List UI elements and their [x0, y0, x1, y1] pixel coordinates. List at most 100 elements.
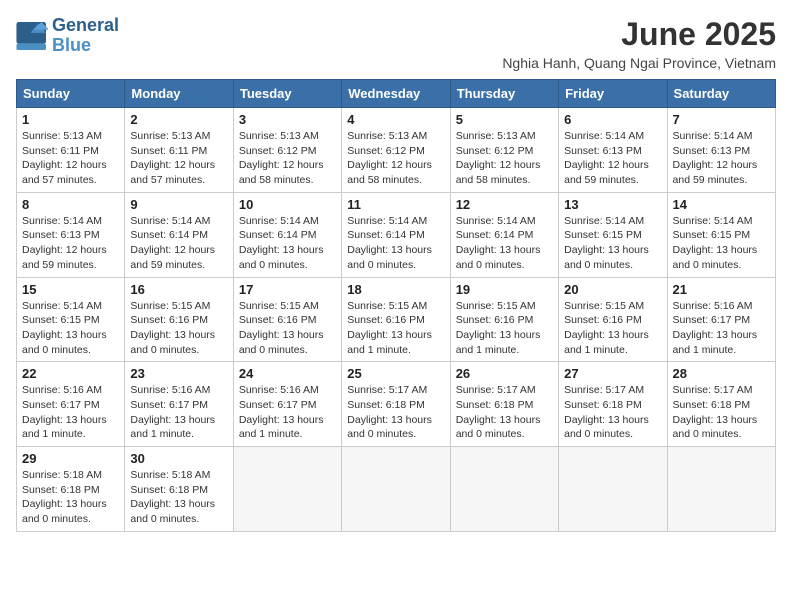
calendar-cell: 2 Sunrise: 5:13 AMSunset: 6:11 PMDaylight…: [125, 108, 233, 193]
calendar-week-1: 1 Sunrise: 5:13 AMSunset: 6:11 PMDaylight…: [17, 108, 776, 193]
calendar-cell: 4 Sunrise: 5:13 AMSunset: 6:12 PMDaylight…: [342, 108, 450, 193]
day-info: Sunrise: 5:15 AMSunset: 6:16 PMDaylight:…: [564, 299, 661, 358]
calendar-cell: [450, 447, 558, 532]
day-info: Sunrise: 5:16 AMSunset: 6:17 PMDaylight:…: [130, 383, 227, 442]
logo-icon: [16, 22, 48, 50]
day-number: 15: [22, 282, 119, 297]
calendar-cell: 11Sunrise: 5:14 AMSunset: 6:14 PMDayligh…: [342, 192, 450, 277]
calendar-cell: 7 Sunrise: 5:14 AMSunset: 6:13 PMDaylight…: [667, 108, 775, 193]
logo-text: General Blue: [52, 16, 119, 56]
calendar-cell: 14 Sunrise: 5:14 AMSunset: 6:15 PMDayligh…: [667, 192, 775, 277]
calendar-week-2: 8 Sunrise: 5:14 AMSunset: 6:13 PMDaylight…: [17, 192, 776, 277]
calendar-cell: 29Sunrise: 5:18 AMSunset: 6:18 PMDayligh…: [17, 447, 125, 532]
calendar-cell: [667, 447, 775, 532]
calendar-cell: 28Sunrise: 5:17 AMSunset: 6:18 PMDayligh…: [667, 362, 775, 447]
calendar-cell: 23 Sunrise: 5:16 AMSunset: 6:17 PMDayligh…: [125, 362, 233, 447]
day-number: 7: [673, 112, 770, 127]
calendar-cell: 20Sunrise: 5:15 AMSunset: 6:16 PMDayligh…: [559, 277, 667, 362]
day-number: 17: [239, 282, 336, 297]
day-info: Sunrise: 5:14 AMSunset: 6:14 PMDaylight:…: [130, 214, 227, 273]
day-info: Sunrise: 5:15 AMSunset: 6:16 PMDaylight:…: [347, 299, 444, 358]
calendar-table: SundayMondayTuesdayWednesdayThursdayFrid…: [16, 79, 776, 532]
day-number: 18: [347, 282, 444, 297]
day-info: Sunrise: 5:13 AMSunset: 6:12 PMDaylight:…: [456, 129, 553, 188]
day-info: Sunrise: 5:15 AMSunset: 6:16 PMDaylight:…: [239, 299, 336, 358]
calendar-cell: 13 Sunrise: 5:14 AMSunset: 6:15 PMDayligh…: [559, 192, 667, 277]
calendar-cell: 9 Sunrise: 5:14 AMSunset: 6:14 PMDaylight…: [125, 192, 233, 277]
day-number: 6: [564, 112, 661, 127]
day-number: 5: [456, 112, 553, 127]
day-info: Sunrise: 5:14 AMSunset: 6:14 PMDaylight:…: [347, 214, 444, 273]
day-info: Sunrise: 5:14 AMSunset: 6:13 PMDaylight:…: [564, 129, 661, 188]
calendar-cell: [342, 447, 450, 532]
day-number: 24: [239, 366, 336, 381]
calendar-cell: 18 Sunrise: 5:15 AMSunset: 6:16 PMDayligh…: [342, 277, 450, 362]
page-title: June 2025: [502, 16, 776, 53]
day-info: Sunrise: 5:14 AMSunset: 6:14 PMDaylight:…: [456, 214, 553, 273]
calendar-cell: 12 Sunrise: 5:14 AMSunset: 6:14 PMDayligh…: [450, 192, 558, 277]
calendar-week-5: 29 Sunrise: 5:18 AMSunset: 6:18 PMDayligh…: [17, 447, 776, 532]
calendar-cell: [233, 447, 341, 532]
day-number: 3: [239, 112, 336, 127]
calendar-cell: 26 Sunrise: 5:17 AMSunset: 6:18 PMDayligh…: [450, 362, 558, 447]
day-info: Sunrise: 5:15 AMSunset: 6:16 PMDaylight:…: [456, 299, 553, 358]
calendar-cell: 22Sunrise: 5:16 AMSunset: 6:17 PMDayligh…: [17, 362, 125, 447]
calendar-cell: [559, 447, 667, 532]
calendar-cell: 19Sunrise: 5:15 AMSunset: 6:16 PMDayligh…: [450, 277, 558, 362]
day-info: Sunrise: 5:17 AMSunset: 6:18 PMDaylight:…: [673, 383, 770, 442]
calendar-header-row: SundayMondayTuesdayWednesdayThursdayFrid…: [17, 80, 776, 108]
day-info: Sunrise: 5:16 AMSunset: 6:17 PMDaylight:…: [673, 299, 770, 358]
calendar-cell: 10 Sunrise: 5:14 AMSunset: 6:14 PMDayligh…: [233, 192, 341, 277]
day-number: 9: [130, 197, 227, 212]
day-number: 1: [22, 112, 119, 127]
day-number: 8: [22, 197, 119, 212]
day-info: Sunrise: 5:14 AMSunset: 6:15 PMDaylight:…: [22, 299, 119, 358]
day-info: Sunrise: 5:14 AMSunset: 6:13 PMDaylight:…: [673, 129, 770, 188]
day-number: 13: [564, 197, 661, 212]
day-info: Sunrise: 5:17 AMSunset: 6:18 PMDaylight:…: [456, 383, 553, 442]
day-info: Sunrise: 5:13 AMSunset: 6:11 PMDaylight:…: [130, 129, 227, 188]
calendar-header-saturday: Saturday: [667, 80, 775, 108]
calendar-week-3: 15 Sunrise: 5:14 AMSunset: 6:15 PMDayligh…: [17, 277, 776, 362]
calendar-header-friday: Friday: [559, 80, 667, 108]
calendar-cell: 8 Sunrise: 5:14 AMSunset: 6:13 PMDaylight…: [17, 192, 125, 277]
day-number: 2: [130, 112, 227, 127]
calendar-cell: 27 Sunrise: 5:17 AMSunset: 6:18 PMDayligh…: [559, 362, 667, 447]
calendar-cell: 30 Sunrise: 5:18 AMSunset: 6:18 PMDayligh…: [125, 447, 233, 532]
day-info: Sunrise: 5:13 AMSunset: 6:12 PMDaylight:…: [347, 129, 444, 188]
day-number: 25: [347, 366, 444, 381]
day-info: Sunrise: 5:17 AMSunset: 6:18 PMDaylight:…: [564, 383, 661, 442]
day-number: 16: [130, 282, 227, 297]
title-area: June 2025 Nghia Hanh, Quang Ngai Provinc…: [502, 16, 776, 71]
calendar-cell: 5 Sunrise: 5:13 AMSunset: 6:12 PMDaylight…: [450, 108, 558, 193]
day-number: 14: [673, 197, 770, 212]
day-number: 23: [130, 366, 227, 381]
calendar-cell: 1 Sunrise: 5:13 AMSunset: 6:11 PMDaylight…: [17, 108, 125, 193]
day-info: Sunrise: 5:14 AMSunset: 6:15 PMDaylight:…: [564, 214, 661, 273]
day-number: 12: [456, 197, 553, 212]
calendar-cell: 6 Sunrise: 5:14 AMSunset: 6:13 PMDaylight…: [559, 108, 667, 193]
day-number: 30: [130, 451, 227, 466]
day-number: 26: [456, 366, 553, 381]
day-info: Sunrise: 5:13 AMSunset: 6:11 PMDaylight:…: [22, 129, 119, 188]
day-info: Sunrise: 5:18 AMSunset: 6:18 PMDaylight:…: [130, 468, 227, 527]
day-number: 4: [347, 112, 444, 127]
calendar-cell: 3 Sunrise: 5:13 AMSunset: 6:12 PMDaylight…: [233, 108, 341, 193]
calendar-header-thursday: Thursday: [450, 80, 558, 108]
day-info: Sunrise: 5:14 AMSunset: 6:15 PMDaylight:…: [673, 214, 770, 273]
day-number: 22: [22, 366, 119, 381]
page-subtitle: Nghia Hanh, Quang Ngai Province, Vietnam: [502, 55, 776, 71]
calendar-week-4: 22 Sunrise: 5:16 AMSunset: 6:17 PMDayligh…: [17, 362, 776, 447]
day-info: Sunrise: 5:15 AMSunset: 6:16 PMDaylight:…: [130, 299, 227, 358]
day-info: Sunrise: 5:14 AMSunset: 6:14 PMDaylight:…: [239, 214, 336, 273]
calendar-cell: 17 Sunrise: 5:15 AMSunset: 6:16 PMDayligh…: [233, 277, 341, 362]
logo: General Blue: [16, 16, 119, 56]
day-number: 27: [564, 366, 661, 381]
day-number: 29: [22, 451, 119, 466]
calendar-cell: 15 Sunrise: 5:14 AMSunset: 6:15 PMDayligh…: [17, 277, 125, 362]
day-info: Sunrise: 5:14 AMSunset: 6:13 PMDaylight:…: [22, 214, 119, 273]
calendar-header-sunday: Sunday: [17, 80, 125, 108]
calendar-cell: 24Sunrise: 5:16 AMSunset: 6:17 PMDayligh…: [233, 362, 341, 447]
day-info: Sunrise: 5:13 AMSunset: 6:12 PMDaylight:…: [239, 129, 336, 188]
day-number: 10: [239, 197, 336, 212]
